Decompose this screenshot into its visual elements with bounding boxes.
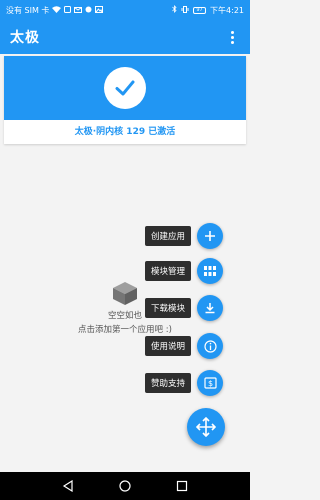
system-nav-bar [0,472,250,500]
fab-item-sponsor[interactable]: 赞助支持 $ [144,370,223,396]
overflow-menu-icon[interactable] [224,27,240,47]
fab-item-module-manage[interactable]: 模块管理 [144,258,223,284]
app-bar: 太极 [0,20,250,54]
notification-icon [64,5,72,15]
home-icon[interactable] [119,477,131,496]
fab-item-create-app[interactable]: 创建应用 [144,223,223,249]
fab-item-instructions[interactable]: 使用说明 [144,333,223,359]
fab-label-create-app[interactable]: 创建应用 [144,226,191,246]
move-arrows-icon[interactable] [187,408,225,446]
app-notification-icon [85,6,92,15]
clock-text: 下午4:21 [210,5,244,15]
battery-icon: 97 [193,6,207,14]
empty-box-icon [111,280,139,306]
status-bar: 没有 SIM 卡 97 下午4:21 [0,0,250,20]
app-title: 太极 [10,30,40,46]
mail-icon [74,6,83,15]
plus-icon[interactable] [197,223,223,249]
back-icon[interactable] [62,477,74,496]
grid-icon[interactable] [197,258,223,284]
recents-icon[interactable] [176,477,188,496]
svg-text:$: $ [207,379,212,388]
fab-item-download-module[interactable]: 下载模块 [144,295,223,321]
fab-label-sponsor[interactable]: 赞助支持 [144,373,191,393]
status-banner [4,56,246,120]
wifi-icon [52,5,62,15]
fab-label-instructions[interactable]: 使用说明 [144,336,191,356]
fab-label-download-module[interactable]: 下载模块 [144,298,191,318]
donate-icon[interactable]: $ [197,370,223,396]
carrier-text: 没有 SIM 卡 [6,5,50,15]
check-icon [104,67,146,109]
vibrate-icon [181,5,189,15]
download-icon[interactable] [197,295,223,321]
battery-level: 97 [196,6,203,13]
activation-status-card[interactable]: 太极·阴内核 129 已激活 [4,56,246,144]
fab-label-module-manage[interactable]: 模块管理 [144,261,191,281]
activation-status-text: 太极·阴内核 129 已激活 [74,127,176,137]
image-icon [95,5,104,15]
bluetooth-icon [172,5,177,15]
info-icon[interactable] [197,333,223,359]
